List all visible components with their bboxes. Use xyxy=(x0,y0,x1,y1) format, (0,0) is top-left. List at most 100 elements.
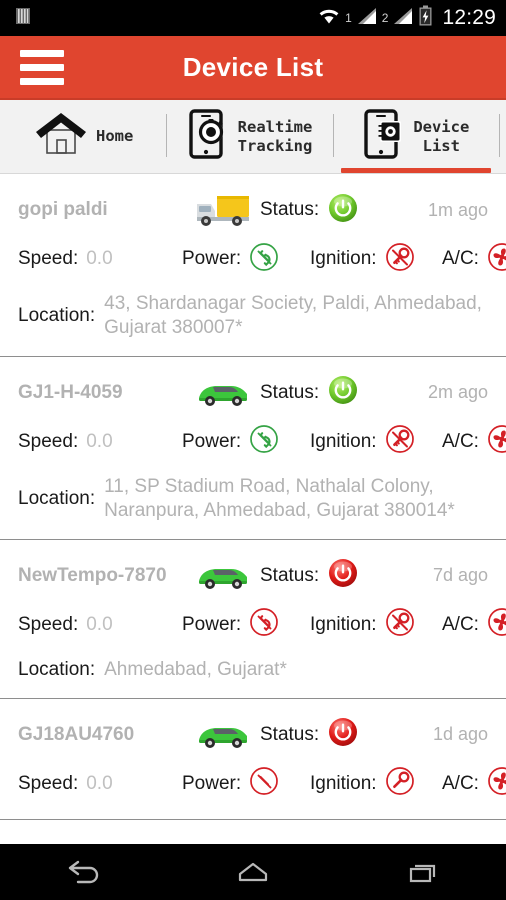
last-update-time: 1m ago xyxy=(427,199,488,220)
table-row[interactable]: gopi paldi Status: 1m ago Speed: 0.0 Pow… xyxy=(0,174,506,357)
tab-device-list-label: Device List xyxy=(413,118,470,155)
ignition-label: Ignition: xyxy=(310,248,377,269)
green-car-icon xyxy=(186,559,260,593)
table-row[interactable]: NewTempo-7870 Status: 7d ago Speed: 0.0 … xyxy=(0,539,506,699)
ignition-label: Ignition: xyxy=(310,613,377,635)
metric-power: Power: xyxy=(182,242,310,277)
last-update-time: 2m ago xyxy=(427,382,488,403)
metric-speed: Speed: 0.0 xyxy=(18,248,182,270)
location-label: Location: xyxy=(18,487,96,509)
barcode-notification-icon xyxy=(14,5,32,32)
speed-label: Speed: xyxy=(18,772,79,794)
power-icon xyxy=(249,424,279,459)
metric-power: Power: xyxy=(182,424,310,459)
power-label: Power: xyxy=(182,772,242,794)
location-value: 43, Shardanagar Society, Paldi, Ahmedaba… xyxy=(104,293,482,338)
speed-value: 0.0 xyxy=(86,248,113,269)
device-location: Location: Ahmedabad, Gujarat* xyxy=(18,658,488,682)
tab-home-label: Home xyxy=(96,127,134,146)
android-navigation-bar xyxy=(0,844,506,900)
page-title: Device List xyxy=(182,51,324,82)
device-metrics: Speed: 0.0 Power: Ignition: A/C: xyxy=(18,765,506,803)
hamburger-bar xyxy=(20,77,64,85)
device-status: Status: xyxy=(260,558,358,593)
ignition-icon xyxy=(385,424,415,459)
power-label: Power: xyxy=(182,430,242,452)
metric-power: Power: xyxy=(182,766,310,801)
realtime-tracking-icon xyxy=(187,108,231,165)
device-list[interactable]: gopi paldi Status: 1m ago Speed: 0.0 Pow… xyxy=(0,174,506,844)
status-label: Status: xyxy=(260,564,320,586)
tab-realtime-tracking[interactable]: Realtime Tracking xyxy=(166,100,332,173)
home-icon xyxy=(33,110,89,163)
device-status: Status: xyxy=(260,375,358,410)
tab-active-indicator xyxy=(340,168,491,173)
tab-device-list[interactable]: Device List xyxy=(332,100,499,173)
app-bar: Device List xyxy=(0,36,506,100)
ac-label: A/C: xyxy=(442,772,479,794)
device-summary: GJ1-H-4059 Status: 2m ago xyxy=(18,371,488,415)
status-badge xyxy=(328,375,358,410)
location-label: Location: xyxy=(18,658,96,680)
home-nav-icon[interactable] xyxy=(169,858,338,886)
battery-charging-icon xyxy=(418,5,433,32)
device-name: gopi paldi xyxy=(18,199,108,220)
status-label: Status: xyxy=(260,199,320,220)
status-badge xyxy=(328,717,358,752)
device-summary: gopi paldi Status: 1m ago xyxy=(18,188,488,232)
metric-ac: A/C: xyxy=(442,607,506,642)
device-location: Location: 43, Shardanagar Society, Paldi… xyxy=(18,292,488,340)
sim2-label: 2 xyxy=(381,11,389,25)
device-list-icon xyxy=(362,108,406,165)
recent-apps-icon[interactable] xyxy=(337,858,506,886)
metric-speed: Speed: 0.0 xyxy=(18,614,182,636)
device-summary: GJ18AU4760 Status: 1d ago xyxy=(18,713,488,757)
hamburger-bar xyxy=(20,49,64,57)
metric-ac: A/C: xyxy=(442,766,506,801)
metric-speed: Speed: 0.0 xyxy=(18,773,182,795)
device-name: NewTempo-7870 xyxy=(18,564,167,586)
table-row[interactable]: GJ1-H-4059 Status: 2m ago Speed: 0.0 Pow… xyxy=(0,356,506,540)
last-update-time: 1d ago xyxy=(432,724,488,745)
metric-ignition: Ignition: xyxy=(310,607,442,642)
table-row[interactable]: GJ18AU4760 Status: 1d ago Speed: 0.0 Pow… xyxy=(0,698,506,820)
device-name: GJ1-H-4059 xyxy=(18,381,123,403)
tab-divider xyxy=(498,114,500,157)
power-icon xyxy=(249,766,279,801)
green-car-icon xyxy=(186,718,260,752)
ac-label: A/C: xyxy=(442,430,479,452)
back-arrow-icon[interactable] xyxy=(0,858,169,886)
metric-ignition: Ignition: xyxy=(310,242,442,277)
ignition-label: Ignition: xyxy=(310,430,377,452)
metric-ignition: Ignition: xyxy=(310,766,442,801)
location-label: Location: xyxy=(18,304,96,326)
green-car-icon xyxy=(186,376,260,410)
hamburger-bar xyxy=(20,63,64,71)
hamburger-menu-icon[interactable] xyxy=(20,49,64,85)
metric-speed: Speed: 0.0 xyxy=(18,431,182,453)
location-value: Ahmedabad, Gujarat* xyxy=(104,658,287,680)
speed-label: Speed: xyxy=(18,613,79,635)
status-badge xyxy=(328,193,358,228)
power-icon xyxy=(249,242,279,277)
ignition-icon xyxy=(385,766,415,801)
power-label: Power: xyxy=(182,613,242,635)
tab-home[interactable]: Home xyxy=(0,100,166,173)
device-metrics: Speed: 0.0 Power: Ignition: A/C: xyxy=(18,240,506,278)
signal-bars-icon xyxy=(393,7,413,30)
device-metrics: Speed: 0.0 Power: Ignition: A/C: xyxy=(18,606,506,644)
tab-bar: Home Realtime Tracking Device List xyxy=(0,100,506,174)
ac-fan-icon xyxy=(487,424,506,459)
ac-fan-icon xyxy=(487,766,506,801)
device-status: Status: xyxy=(260,717,358,752)
metric-ignition: Ignition: xyxy=(310,424,442,459)
status-label: Status: xyxy=(260,381,320,403)
ignition-icon xyxy=(385,242,415,277)
device-summary: NewTempo-7870 Status: 7d ago xyxy=(18,554,488,598)
speed-label: Speed: xyxy=(18,430,79,452)
ac-fan-icon xyxy=(487,607,506,642)
signal-bars-icon xyxy=(357,7,377,30)
ignition-label: Ignition: xyxy=(310,772,377,794)
ac-fan-icon xyxy=(487,242,506,277)
last-update-time: 7d ago xyxy=(432,565,488,586)
